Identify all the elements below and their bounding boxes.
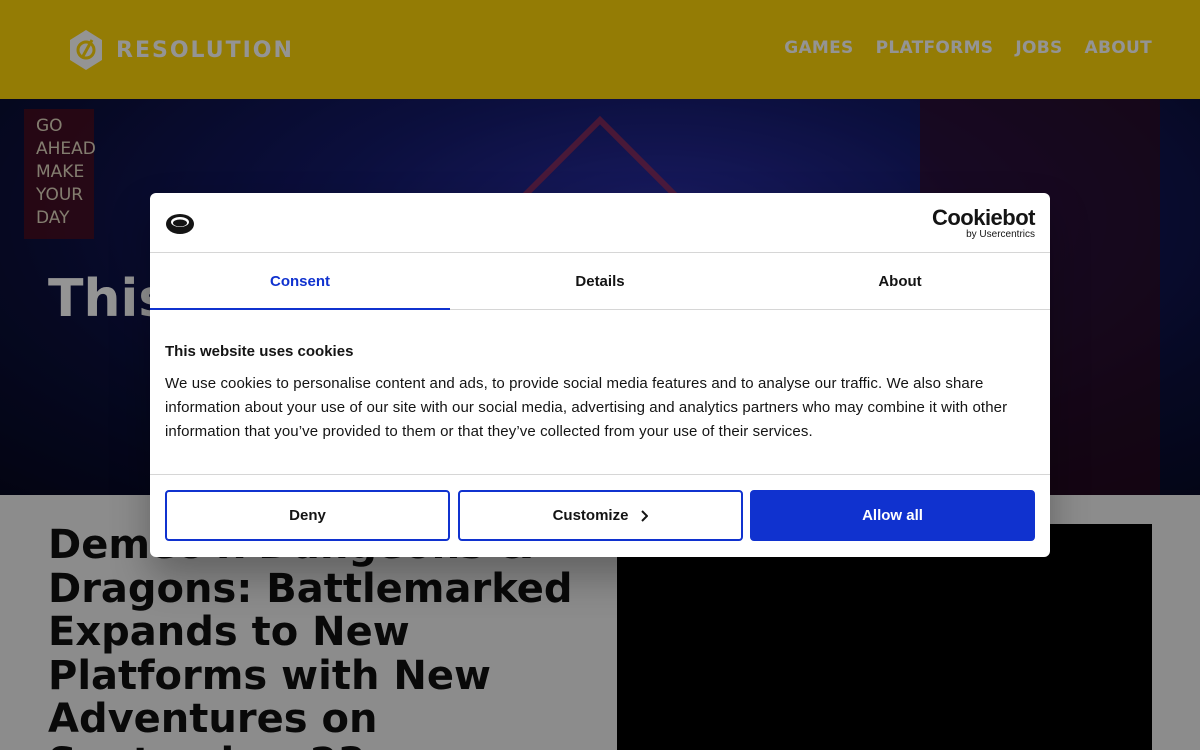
tab-about[interactable]: About <box>750 253 1050 309</box>
dialog-header: Cookiebot by Usercentrics <box>150 193 1050 253</box>
deny-button-label: Deny <box>289 507 326 524</box>
dialog-tabs: Consent Details About <box>150 253 1050 310</box>
consent-heading: This website uses cookies <box>165 343 354 360</box>
cookie-consent-dialog: Cookiebot by Usercentrics Consent Detail… <box>150 193 1050 557</box>
cookiebot-logo[interactable]: Cookiebot by Usercentrics <box>931 205 1036 241</box>
chevron-right-icon <box>641 509 649 522</box>
customize-button[interactable]: Customize <box>458 490 743 541</box>
allow-all-button-label: Allow all <box>862 507 923 524</box>
consent-body-text: We use cookies to personalise content an… <box>165 375 1008 440</box>
tab-consent[interactable]: Consent <box>150 253 450 310</box>
tab-details[interactable]: Details <box>450 253 750 309</box>
dialog-divider <box>150 474 1050 475</box>
deny-button[interactable]: Deny <box>165 490 450 541</box>
site-logo-icon <box>166 214 194 234</box>
allow-all-button[interactable]: Allow all <box>750 490 1035 541</box>
cookiebot-sub: by Usercentrics <box>966 229 1035 240</box>
customize-button-label: Customize <box>552 507 629 524</box>
cookiebot-brand: Cookiebot <box>931 205 1036 230</box>
